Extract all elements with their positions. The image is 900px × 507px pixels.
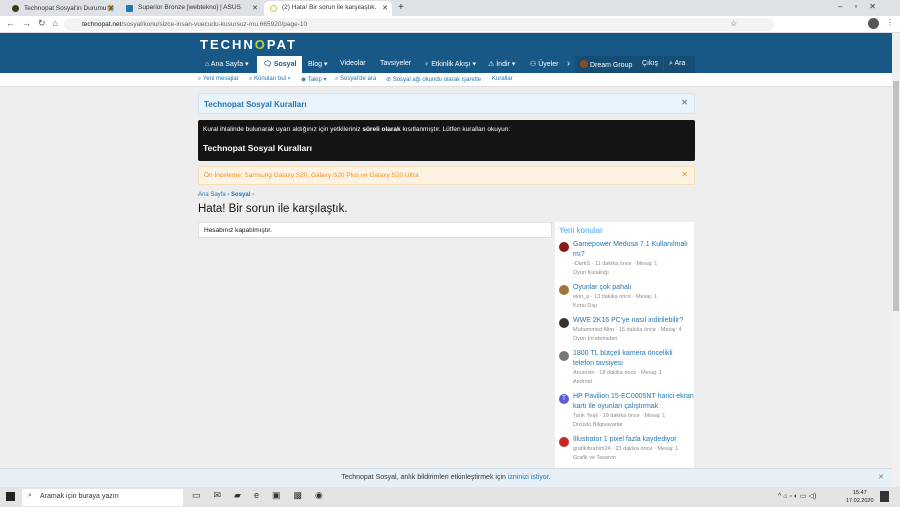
rules-notice[interactable]: Technopat Sosyal Kuralları ✕ bbox=[198, 93, 695, 114]
thread-title[interactable]: WWE 2K16 PC'ye nasıl indirilebilir? bbox=[573, 316, 694, 326]
thread-forum[interactable]: Konu Dışı bbox=[573, 302, 694, 311]
taskbar-apps-icon[interactable]: ▭✉▰e▣▩◉ bbox=[192, 490, 336, 501]
thread-title[interactable]: HP Pavilion 15-EC0005NT harici ekran kar… bbox=[573, 392, 694, 412]
thread-forum[interactable]: Grafik ve Tasarım bbox=[573, 454, 694, 463]
search-icon: ⌕ bbox=[28, 492, 32, 499]
url-input[interactable]: technopat.net/sosyal/konu/sizce-insan-vu… bbox=[64, 18, 774, 31]
thread-meta: ekin_a · 13 dakika önce · Mesaj: 1 bbox=[573, 294, 657, 300]
nav-home[interactable]: ⌂ Ana Sayfa ▾ bbox=[205, 56, 249, 73]
user-avatar bbox=[559, 285, 569, 295]
subnav-mark-read[interactable]: ⊘ Sosyal ağı okundu olarak işaretle bbox=[386, 76, 481, 83]
thread-meta: Muhammed Alim · 15 dakika önce · Mesaj: … bbox=[573, 327, 682, 333]
close-icon[interactable]: ✕ bbox=[681, 98, 688, 107]
user-avatar: T bbox=[559, 394, 569, 404]
scrollbar[interactable] bbox=[892, 73, 900, 487]
thread-meta: Tarık Yeşil · 19 dakika önce · Mesaj: 1 bbox=[573, 413, 666, 419]
favicon-icon bbox=[270, 5, 277, 12]
thread-forum[interactable]: Dizüstü Bilgisayarlar bbox=[573, 421, 694, 430]
subnav-search[interactable]: ⌕ Sosyal'de ara bbox=[335, 76, 376, 83]
thread-title[interactable]: Gamepower Medusa 7.1 Kullanılmalı mı? bbox=[573, 240, 694, 260]
thread-title[interactable]: Illustrator 1 pixel fazla kaydediyor bbox=[573, 435, 694, 445]
user-avatar bbox=[559, 351, 569, 361]
close-tab-icon[interactable]: ✕ bbox=[108, 4, 114, 12]
browser-tab[interactable]: Superior Bronze [webtekno] | ASUS ✕ bbox=[120, 1, 262, 16]
subnav-find-threads[interactable]: ⌕ Konuları bul ▾ bbox=[249, 76, 290, 83]
nav-uyeler[interactable]: ⚇ Üyeler bbox=[530, 56, 564, 73]
rules-link[interactable]: Technopat Sosyal Kuralları bbox=[203, 143, 690, 153]
permission-link[interactable]: izninizi istiyor bbox=[508, 474, 549, 481]
menu-icon[interactable]: ⋮ bbox=[886, 18, 894, 27]
address-bar: ←→↻⌂ technopat.net/sosyal/konu/sizce-ins… bbox=[0, 16, 900, 33]
subnav-new-posts[interactable]: ⌕ Yeni mesajlar bbox=[198, 76, 239, 83]
close-icon[interactable]: ✕ bbox=[681, 170, 688, 179]
thread-title[interactable]: 1800 TL bütçeli kamera öncelikli telefon… bbox=[573, 349, 694, 369]
widget-title: Yeni konular bbox=[559, 226, 603, 235]
window-controls[interactable]: –▫✕ bbox=[838, 2, 888, 11]
close-tab-icon[interactable]: ✕ bbox=[382, 4, 388, 12]
user-avatar bbox=[559, 318, 569, 328]
nav-sosyal[interactable]: 🗨 Sosyal bbox=[257, 56, 303, 73]
thread-forum[interactable]: Android bbox=[573, 378, 694, 387]
nav-buttons-icon[interactable]: ←→↻⌂ bbox=[6, 18, 65, 29]
subnav-rules[interactable]: Kurallar bbox=[492, 76, 513, 82]
nav-videolar[interactable]: Videolar bbox=[340, 56, 366, 73]
user-avatar bbox=[580, 60, 588, 68]
thread-meta: Anumsln · 18 dakika önce · Mesaj: 1 bbox=[573, 370, 662, 376]
favicon-icon bbox=[12, 5, 19, 12]
windows-start-icon[interactable] bbox=[6, 492, 15, 501]
breadcrumb: Ana Sayfa › Sosyal › bbox=[198, 192, 255, 198]
thread-list-item[interactable]: T HP Pavilion 15-EC0005NT harici ekran k… bbox=[555, 392, 694, 430]
clock[interactable]: 15:47 17.02.2020 bbox=[846, 489, 874, 505]
browser-tab[interactable]: Technopat Sosyal'in Durumu😭 ✕ bbox=[6, 1, 118, 16]
subnav-watched[interactable]: ◉ Takip ▾ bbox=[301, 76, 327, 83]
new-threads-widget: Yeni konular Gamepower Medusa 7.1 Kullan… bbox=[555, 222, 694, 468]
thread-forum[interactable]: Oyun Kulaklığı bbox=[573, 269, 694, 278]
thread-list-item[interactable]: WWE 2K16 PC'ye nasıl indirilebilir? Muha… bbox=[555, 316, 694, 344]
nav-search[interactable]: ⌕ Ara bbox=[664, 56, 695, 73]
error-message: Hesabınız kapatılmıştır. bbox=[198, 222, 552, 238]
page-title: Hata! Bir sorun ile karşılaştık. bbox=[198, 203, 348, 215]
nav-scroll-right-icon[interactable]: › bbox=[567, 56, 570, 73]
nav-blog[interactable]: Blog ▾ bbox=[308, 56, 327, 73]
browser-tab-strip: Technopat Sosyal'in Durumu😭 ✕ Superior Br… bbox=[0, 0, 900, 16]
profile-avatar[interactable] bbox=[868, 18, 879, 29]
favicon-icon bbox=[126, 5, 133, 12]
review-notice[interactable]: Ön İnceleme: Samsung Galaxy S20, Galaxy … bbox=[198, 166, 695, 185]
warning-notice: Kural ihlalinde bulunarak uyarı aldığını… bbox=[198, 120, 695, 161]
taskbar: ⌕ Aramak için buraya yazın ▭✉▰e▣▩◉ ^ ⌂ ▫ … bbox=[0, 487, 900, 507]
notification-center-icon[interactable] bbox=[880, 491, 889, 502]
user-avatar bbox=[559, 242, 569, 252]
thread-list-item[interactable]: 1800 TL bütçeli kamera öncelikli telefon… bbox=[555, 349, 694, 387]
thread-forum[interactable]: Oyun İncelemeleri bbox=[573, 335, 694, 344]
account-menu[interactable]: Dream Group bbox=[575, 56, 637, 73]
site-logo[interactable]: TECHNOPAT bbox=[200, 37, 297, 52]
taskbar-search[interactable]: ⌕ Aramak için buraya yazın bbox=[22, 489, 183, 506]
thread-list-item[interactable]: Illustrator 1 pixel fazla kaydediyor gra… bbox=[555, 435, 694, 463]
thread-meta: -DarkS · 11 dakika önce · Mesaj: 1 bbox=[573, 261, 658, 267]
tray-icons[interactable]: ^ ⌂ ▫ ◐ ▭ ◁) bbox=[778, 492, 816, 500]
close-tab-icon[interactable]: ✕ bbox=[252, 4, 258, 12]
site-header: TECHNOPAT ⌂ Ana Sayfa ▾ 🗨 Sosyal Blog ▾ … bbox=[0, 33, 892, 73]
new-tab-button[interactable]: + bbox=[398, 2, 404, 13]
sub-navigation: ⌕ Yeni mesajlar ⌕ Konuları bul ▾ ◉ Takip… bbox=[0, 73, 892, 87]
bookmark-star-icon[interactable]: ☆ bbox=[730, 19, 737, 28]
nav-tavsiyeler[interactable]: Tavsiyeler bbox=[380, 56, 411, 73]
thread-list-item[interactable]: Gamepower Medusa 7.1 Kullanılmalı mı? -D… bbox=[555, 240, 694, 278]
nav-logout[interactable]: Çıkış bbox=[637, 56, 663, 73]
thread-list-item[interactable]: Oyunlar çok pahalı ekin_a · 13 dakika ön… bbox=[555, 283, 694, 311]
browser-tab-active[interactable]: (2) Hata! Bir sorun ile karşılaştık. ✕ bbox=[264, 1, 392, 16]
thread-meta: grafikibrahim24 · 23 dakika önce · Mesaj… bbox=[573, 446, 679, 452]
thread-title[interactable]: Oyunlar çok pahalı bbox=[573, 283, 694, 293]
user-avatar bbox=[559, 437, 569, 447]
notification-permission-bar: Technopat Sosyal, anlık bildirimleri etk… bbox=[0, 468, 892, 487]
nav-indir[interactable]: ⚠ İndir ▾ bbox=[488, 56, 515, 73]
nav-etkinlik[interactable]: ♀ Etkinlik Akışı ▾ bbox=[424, 56, 476, 73]
close-icon[interactable]: ✕ bbox=[878, 473, 884, 481]
